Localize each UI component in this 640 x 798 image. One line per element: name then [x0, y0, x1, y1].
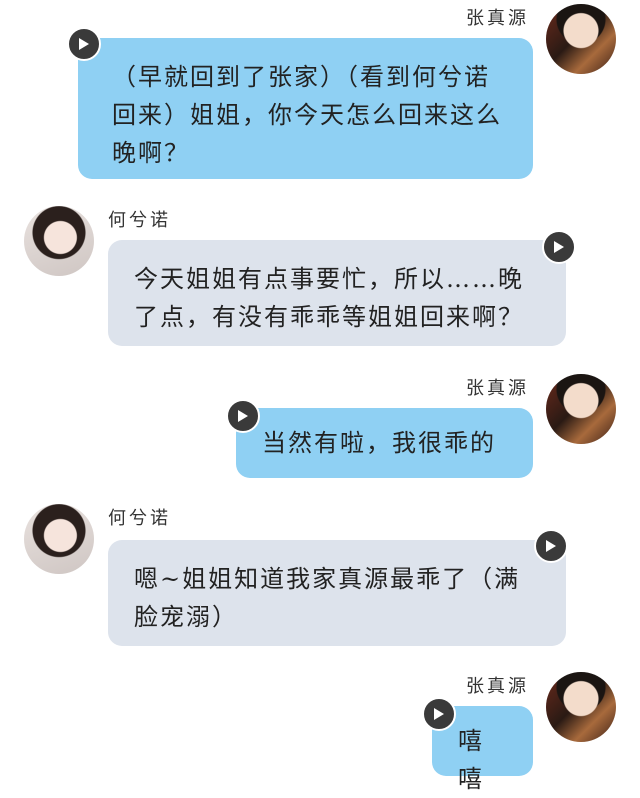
avatar[interactable]	[546, 374, 616, 444]
avatar[interactable]	[546, 4, 616, 74]
play-button[interactable]	[226, 399, 260, 433]
play-button[interactable]	[534, 529, 568, 563]
play-button[interactable]	[422, 697, 456, 731]
speaker-name: 张真源	[466, 378, 529, 399]
play-icon	[434, 708, 444, 720]
play-icon	[546, 540, 556, 552]
avatar[interactable]	[24, 504, 94, 574]
speaker-name: 张真源	[466, 676, 529, 697]
play-button[interactable]	[67, 27, 101, 61]
speaker-name: 张真源	[466, 8, 529, 29]
message-bubble[interactable]: （早就回到了张家）（看到何兮诺回来）姐姐，你今天怎么回来这么晚啊？	[78, 38, 533, 179]
message-bubble[interactable]: 今天姐姐有点事要忙，所以……晚了点，有没有乖乖等姐姐回来啊？	[108, 240, 566, 346]
speaker-name: 何兮诺	[108, 508, 171, 529]
message-bubble[interactable]: 嗯~姐姐知道我家真源最乖了（满脸宠溺）	[108, 540, 566, 646]
play-button[interactable]	[542, 230, 576, 264]
play-icon	[79, 38, 89, 50]
play-icon	[238, 410, 248, 422]
play-icon	[554, 241, 564, 253]
avatar[interactable]	[24, 206, 94, 276]
avatar[interactable]	[546, 672, 616, 742]
speaker-name: 何兮诺	[108, 210, 171, 231]
message-bubble[interactable]: 当然有啦，我很乖的	[236, 408, 533, 478]
